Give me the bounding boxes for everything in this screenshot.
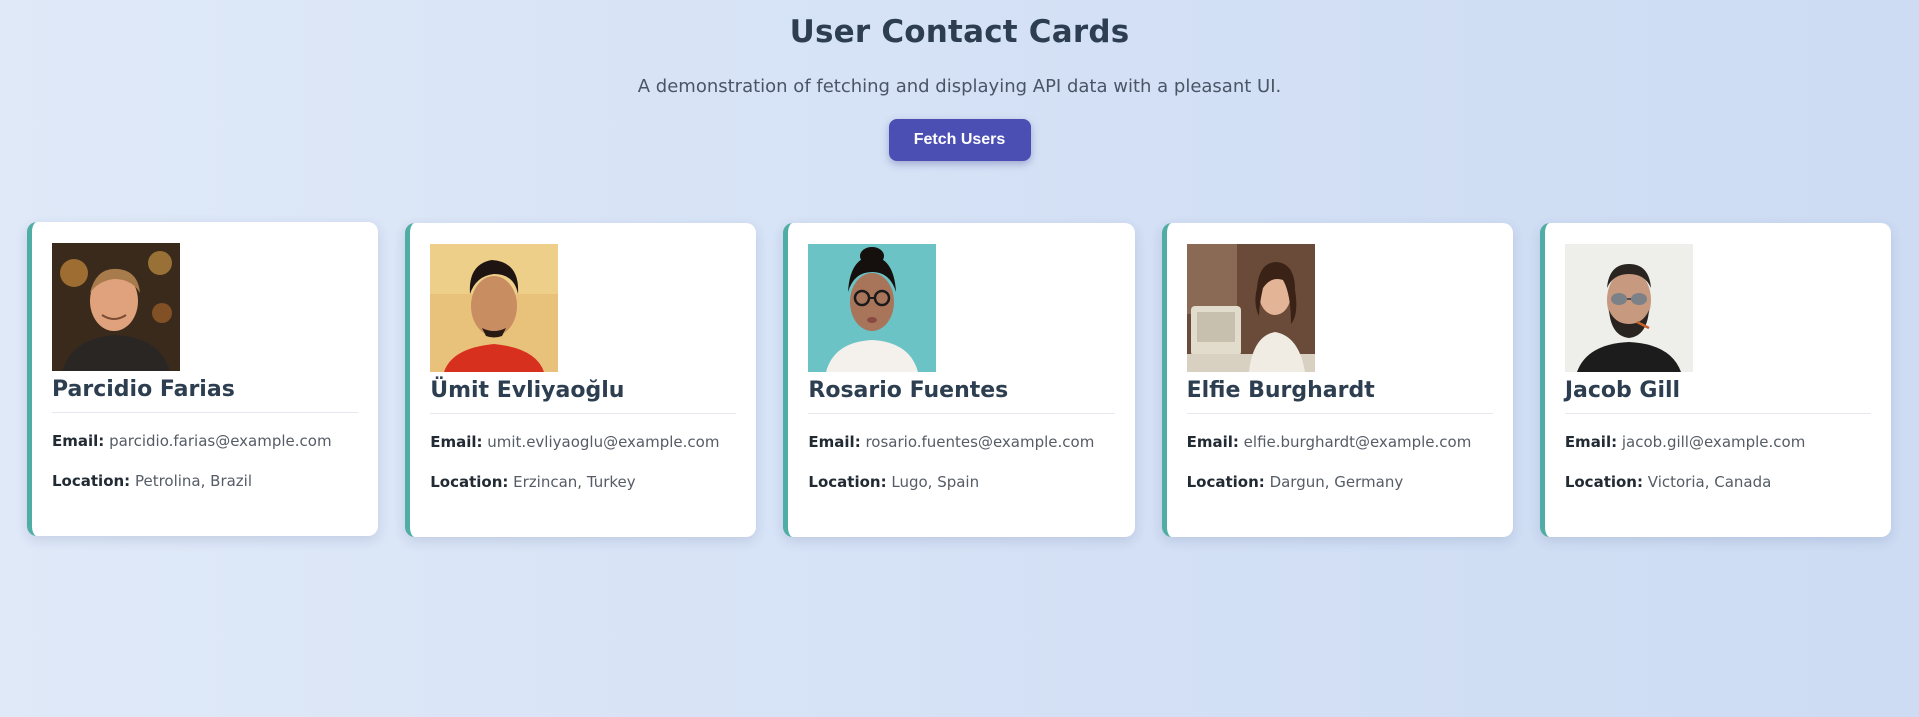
user-location: Location: Dargun, Germany [1187, 473, 1493, 491]
page-title: User Contact Cards [789, 14, 1130, 50]
location-value: Lugo, Spain [891, 473, 980, 491]
location-label: Location: [808, 473, 887, 491]
user-name: Rosario Fuentes [808, 378, 1115, 414]
user-name: Jacob Gill [1564, 378, 1872, 414]
user-card: Parcidio Farias Email: parcidio.farias@e… [27, 222, 379, 536]
email-label: Email: [808, 433, 861, 451]
page-subtitle: A demonstration of fetching and displayi… [637, 76, 1282, 97]
user-avatar [52, 243, 180, 371]
user-card-list: Parcidio Farias Email: parcidio.farias@e… [27, 222, 1892, 537]
email-label: Email: [430, 433, 483, 451]
location-label: Location: [52, 472, 131, 490]
email-label: Email: [1564, 433, 1618, 451]
user-card: Ümit Evliyaoğlu Email: umit.evliyaoglu@e… [405, 223, 757, 537]
user-avatar [808, 244, 937, 372]
email-value: elfie.burghardt@example.com [1243, 433, 1472, 451]
user-email: Email: umit.evliyaoglu@example.com [430, 433, 736, 451]
user-location: Location: Petrolina, Brazil [52, 472, 358, 490]
user-card: Elfie Burghardt Email: elfie.burghardt@e… [1161, 223, 1513, 537]
user-location: Location: Erzincan, Turkey [430, 473, 736, 491]
user-card: Jacob Gill Email: jacob.gill@example.com… [1539, 223, 1892, 537]
user-email: Email: rosario.fuentes@example.com [808, 433, 1114, 451]
location-label: Location: [430, 473, 509, 491]
user-avatar [1564, 244, 1693, 372]
fetch-users-button[interactable]: Fetch Users [888, 119, 1031, 161]
email-value: umit.evliyaoglu@example.com [487, 433, 720, 451]
location-label: Location: [1186, 473, 1265, 491]
page-header: User Contact Cards A demonstration of fe… [0, 0, 1919, 161]
user-name: Parcidio Farias [52, 377, 359, 413]
user-name: Elfie Burghardt [1186, 378, 1493, 414]
user-avatar [1186, 244, 1315, 372]
location-value: Erzincan, Turkey [513, 473, 636, 491]
user-email: Email: jacob.gill@example.com [1565, 433, 1871, 451]
user-location: Location: Victoria, Canada [1565, 473, 1871, 491]
user-email: Email: elfie.burghardt@example.com [1187, 433, 1493, 451]
location-value: Victoria, Canada [1647, 473, 1772, 491]
email-label: Email: [52, 432, 105, 450]
email-value: parcidio.farias@example.com [109, 432, 332, 450]
location-value: Petrolina, Brazil [134, 472, 253, 490]
location-label: Location: [1564, 473, 1643, 491]
user-location: Location: Lugo, Spain [808, 473, 1114, 491]
location-value: Dargun, Germany [1269, 473, 1404, 491]
user-name: Ümit Evliyaoğlu [430, 378, 737, 414]
user-avatar [430, 244, 559, 372]
email-value: rosario.fuentes@example.com [865, 433, 1095, 451]
email-label: Email: [1186, 433, 1239, 451]
user-card: Rosario Fuentes Email: rosario.fuentes@e… [783, 223, 1135, 537]
email-value: jacob.gill@example.com [1621, 433, 1806, 451]
user-email: Email: parcidio.farias@example.com [52, 432, 358, 450]
